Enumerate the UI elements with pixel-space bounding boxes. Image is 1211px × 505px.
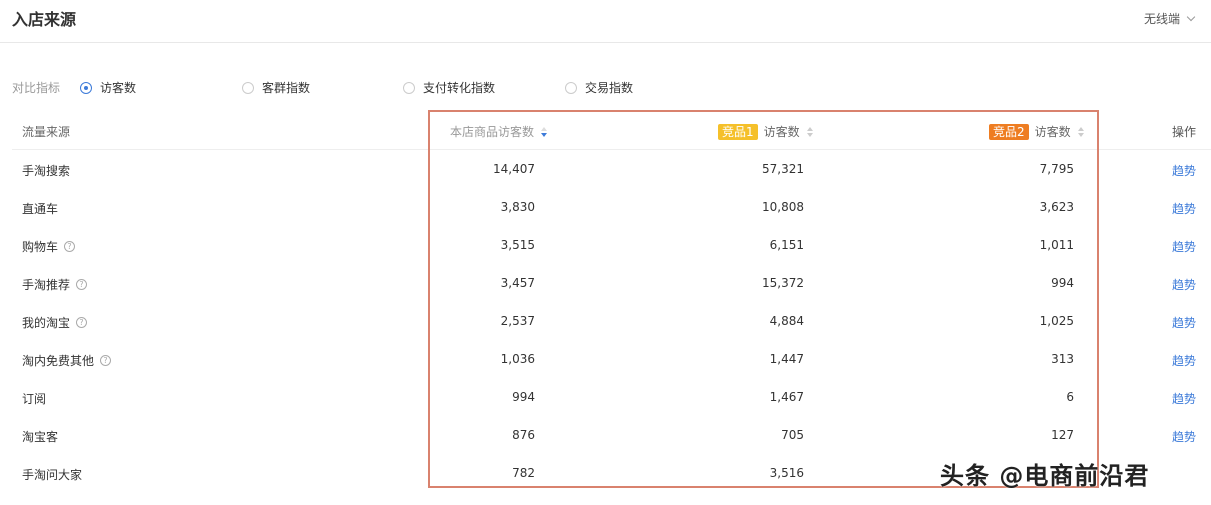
competitor1-cell: 3,516 — [769, 466, 804, 480]
source-name: 淘宝客 — [22, 430, 59, 444]
radio-dot-icon — [242, 81, 254, 94]
column-header-competitor1[interactable]: 竞品1 访客数 — [718, 123, 814, 140]
source-name: 订阅 — [22, 392, 47, 406]
trend-link[interactable]: 趋势 — [1172, 238, 1196, 255]
competitor2-badge: 竞品2 — [989, 123, 1029, 140]
own-visitors-cell: 3,457 — [500, 276, 535, 290]
competitor2-cell: 313 — [1051, 352, 1074, 366]
table-row: 手淘推荐? 3,457 15,372 994 趋势 — [0, 264, 1211, 302]
trend-link[interactable]: 趋势 — [1172, 276, 1196, 293]
column-header-label: 本店商品访客数 — [450, 125, 535, 139]
table-row: 手淘搜索 14,407 57,321 7,795 趋势 — [0, 150, 1211, 188]
competitor2-cell: 127 — [1051, 428, 1074, 442]
help-icon[interactable]: ? — [76, 279, 88, 290]
radio-customer-index[interactable]: 客群指数 — [242, 79, 310, 96]
column-header-label: 访客数 — [763, 125, 800, 139]
table-row: 订阅 994 1,467 6 趋势 — [0, 378, 1211, 416]
competitor1-cell: 1,447 — [769, 352, 804, 366]
own-visitors-cell: 3,515 — [500, 238, 535, 252]
competitor1-cell: 1,467 — [769, 390, 804, 404]
competitor2-cell: 994 — [1051, 276, 1074, 290]
radio-dot-icon — [565, 81, 577, 94]
table-row: 购物车? 3,515 6,151 1,011 趋势 — [0, 226, 1211, 264]
source-cell: 淘内免费其他? — [22, 352, 112, 369]
source-name: 购物车 — [22, 240, 59, 254]
help-icon[interactable]: ? — [64, 241, 76, 252]
source-name: 手淘问大家 — [22, 468, 83, 482]
radio-trade-index[interactable]: 交易指数 — [565, 79, 633, 96]
trend-link[interactable]: 趋势 — [1172, 162, 1196, 179]
trend-link[interactable]: 趋势 — [1172, 390, 1196, 407]
own-visitors-cell: 14,407 — [493, 162, 535, 176]
column-header-label: 访客数 — [1034, 125, 1071, 139]
sort-icon[interactable] — [1077, 126, 1085, 138]
metric-label: 对比指标 — [12, 81, 61, 95]
competitor1-cell: 705 — [781, 428, 804, 442]
trend-link[interactable]: 趋势 — [1172, 352, 1196, 369]
competitor1-cell: 57,321 — [762, 162, 804, 176]
radio-conversion-index[interactable]: 支付转化指数 — [403, 79, 495, 96]
competitor2-cell: 6 — [1066, 390, 1074, 404]
column-header-action: 操作 — [1172, 125, 1197, 139]
source-name: 直通车 — [22, 202, 59, 216]
column-header-own-visitors[interactable]: 本店商品访客数 — [450, 123, 548, 140]
sort-icon[interactable] — [806, 126, 814, 138]
competitor2-cell: 3,623 — [1039, 200, 1074, 214]
radio-visitors[interactable]: 访客数 — [80, 79, 136, 96]
competitor1-cell: 4,884 — [769, 314, 804, 328]
chevron-down-icon — [1186, 12, 1196, 22]
help-icon[interactable]: ? — [76, 317, 88, 328]
competitor1-cell: 15,372 — [762, 276, 804, 290]
source-cell: 淘宝客 — [22, 428, 58, 445]
page-title: 入店来源 — [12, 10, 77, 29]
trend-link[interactable]: 趋势 — [1172, 200, 1196, 217]
column-header-source: 流量来源 — [22, 125, 71, 139]
source-name: 手淘搜索 — [22, 164, 71, 178]
source-cell: 我的淘宝? — [22, 314, 88, 331]
competitor2-cell: 7,795 — [1039, 162, 1074, 176]
radio-label: 支付转化指数 — [423, 81, 496, 95]
source-cell: 手淘推荐? — [22, 276, 88, 293]
table-row: 直通车 3,830 10,808 3,623 趋势 — [0, 188, 1211, 226]
device-dropdown[interactable]: 无线端 — [1144, 10, 1196, 27]
trend-link[interactable]: 趋势 — [1172, 428, 1196, 445]
sort-desc-icon[interactable] — [540, 126, 548, 138]
source-cell: 直通车 — [22, 200, 58, 217]
radio-dot-icon — [80, 81, 92, 94]
trend-link[interactable]: 趋势 — [1172, 314, 1196, 331]
device-dropdown-value: 无线端 — [1144, 12, 1181, 26]
header-divider — [0, 42, 1211, 43]
radio-label: 访客数 — [100, 81, 137, 95]
competitor1-cell: 10,808 — [762, 200, 804, 214]
source-name: 淘内免费其他 — [22, 354, 95, 368]
own-visitors-cell: 782 — [512, 466, 535, 480]
watermark: 头条 @电商前沿君 — [940, 462, 1150, 490]
competitor1-badge: 竞品1 — [718, 123, 758, 140]
source-cell: 手淘搜索 — [22, 162, 70, 179]
own-visitors-cell: 876 — [512, 428, 535, 442]
source-name: 手淘推荐 — [22, 278, 71, 292]
own-visitors-cell: 994 — [512, 390, 535, 404]
radio-label: 交易指数 — [585, 81, 634, 95]
source-cell: 购物车? — [22, 238, 76, 255]
radio-label: 客群指数 — [262, 81, 311, 95]
table-row: 我的淘宝? 2,537 4,884 1,025 趋势 — [0, 302, 1211, 340]
help-icon[interactable]: ? — [100, 355, 112, 366]
table-row: 淘内免费其他? 1,036 1,447 313 趋势 — [0, 340, 1211, 378]
column-header-competitor2[interactable]: 竞品2 访客数 — [989, 123, 1085, 140]
own-visitors-cell: 1,036 — [500, 352, 535, 366]
competitor2-cell: 1,025 — [1039, 314, 1074, 328]
source-cell: 手淘问大家 — [22, 466, 82, 483]
own-visitors-cell: 2,537 — [500, 314, 535, 328]
source-name: 我的淘宝 — [22, 316, 71, 330]
radio-dot-icon — [403, 81, 415, 94]
own-visitors-cell: 3,830 — [500, 200, 535, 214]
competitor1-cell: 6,151 — [769, 238, 804, 252]
table-row: 淘宝客 876 705 127 趋势 — [0, 416, 1211, 454]
source-cell: 订阅 — [22, 390, 46, 407]
competitor2-cell: 1,011 — [1039, 238, 1074, 252]
